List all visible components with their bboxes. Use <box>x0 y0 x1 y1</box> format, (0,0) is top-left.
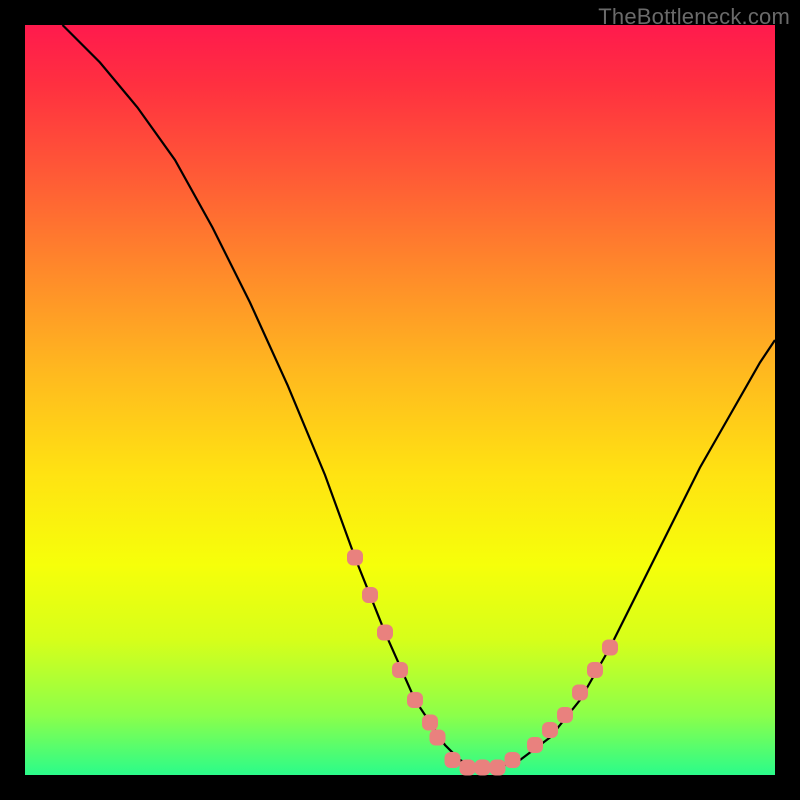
marker-left <box>392 662 408 678</box>
marker-left <box>377 625 393 641</box>
marker-bottom <box>445 752 461 768</box>
marker-left <box>347 550 363 566</box>
marker-bottom <box>460 760 476 776</box>
marker-left <box>430 730 446 746</box>
bottleneck-curve <box>63 25 776 768</box>
watermark: TheBottleneck.com <box>598 4 790 30</box>
marker-left <box>407 692 423 708</box>
marker-bottom <box>490 760 506 776</box>
marker-right <box>557 707 573 723</box>
marker-bottom <box>505 752 521 768</box>
chart-svg <box>25 25 775 775</box>
marker-left <box>362 587 378 603</box>
marker-right <box>527 737 543 753</box>
chart-container: TheBottleneck.com <box>0 0 800 800</box>
marker-right <box>587 662 603 678</box>
marker-right <box>602 640 618 656</box>
marker-bottom <box>475 760 491 776</box>
marker-right <box>572 685 588 701</box>
marker-left <box>422 715 438 731</box>
marker-right <box>542 722 558 738</box>
